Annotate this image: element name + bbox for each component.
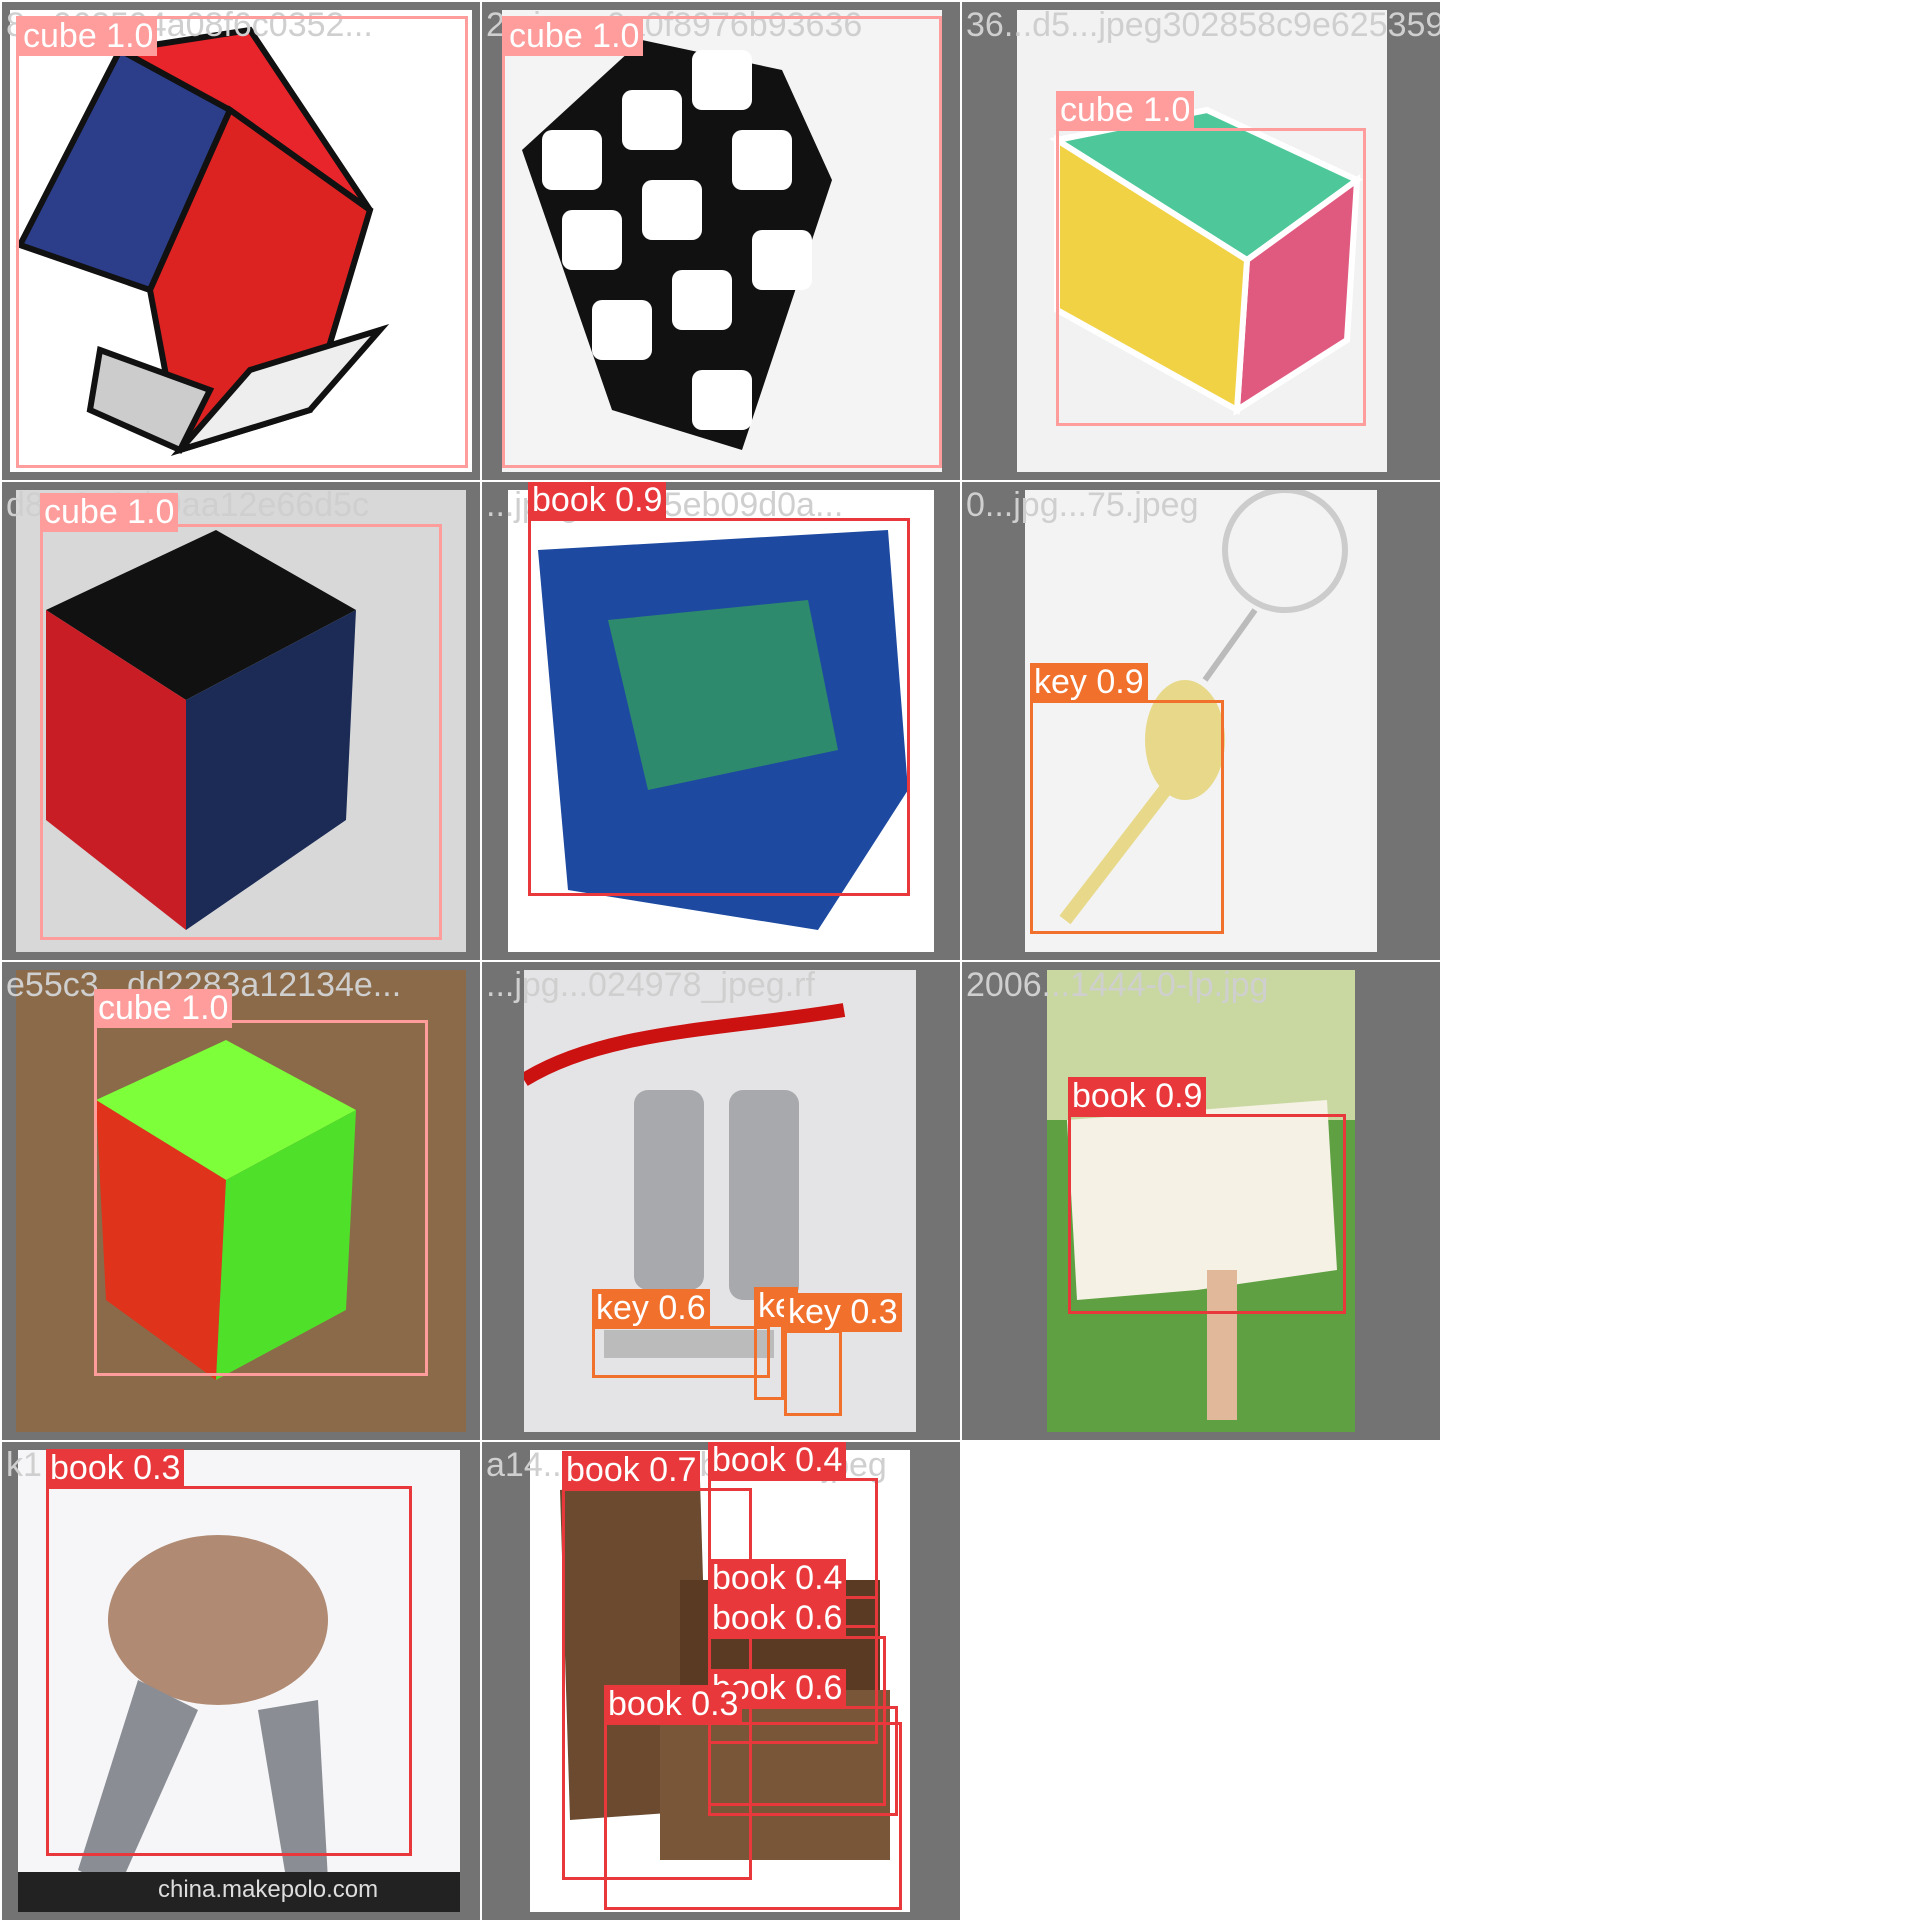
detection-box[interactable]: cube 1.0 — [94, 989, 428, 1376]
detection-label: key 0.9 — [1030, 663, 1148, 702]
image-filename: 2006...1444-0-lp.jpg — [966, 966, 1269, 1004]
detection-label: cube 1.0 — [94, 989, 233, 1028]
detection-label: book 0.9 — [1068, 1077, 1207, 1116]
detection-label: book 0.3 — [46, 1449, 185, 1488]
result-tile[interactable]: 36...d5...jpeg302858c9e62535971e48.jpg c… — [962, 2, 1440, 480]
detection-label: cube 1.0 — [19, 17, 158, 56]
detection-box[interactable]: cube 1.0 — [16, 16, 468, 468]
detection-box[interactable]: key 0.3 — [784, 1293, 902, 1416]
detection-label: book 0.7 — [562, 1451, 701, 1490]
detection-label: cube 1.0 — [1056, 91, 1195, 130]
result-tile[interactable]: d8...0c6cb9aa12e66d5c cube 1.0 — [2, 482, 480, 960]
detection-label: cube 1.0 — [40, 493, 179, 532]
detection-label: book 0.4 — [708, 1442, 847, 1480]
detection-label: key 0.6 — [592, 1289, 710, 1328]
image-filename: ...jpg...024978_jpeg.rf — [486, 966, 815, 1004]
result-tile[interactable]: ...jpg...024978_jpeg.rf key 0.6 ke key 0… — [482, 962, 960, 1440]
detection-box[interactable]: book 0.9 — [528, 482, 910, 896]
detection-box[interactable]: ke — [754, 1287, 798, 1400]
detection-box[interactable]: key 0.9 — [1030, 663, 1224, 934]
result-tile[interactable]: ...jpeg...71a5eb09d0a... book 0.9 — [482, 482, 960, 960]
detection-label: book 0.9 — [528, 482, 667, 520]
detection-box[interactable]: cube 1.0 — [502, 16, 942, 468]
detection-box[interactable]: cube 1.0 — [1056, 91, 1366, 426]
detection-box[interactable]: cube 1.0 — [40, 493, 442, 940]
result-tile[interactable]: 2006...1444-0-lp.jpg book 0.9 — [962, 962, 1440, 1440]
image-filename: 36...d5...jpeg302858c9e62535971e48.jpg — [966, 6, 1440, 44]
image-filename: k1 — [6, 1446, 42, 1484]
result-tile[interactable]: china.makepolo.com k1 book 0.3 — [2, 1442, 480, 1920]
detection-box[interactable]: book 0.3 — [604, 1685, 902, 1910]
detection-label: key 0.3 — [784, 1293, 902, 1332]
detection-box[interactable]: book 0.9 — [1068, 1077, 1346, 1314]
result-tile[interactable]: 8...962594a08f6c0352... cube 1.0 — [2, 2, 480, 480]
detection-box[interactable]: book 0.3 — [46, 1449, 412, 1856]
detection-box[interactable]: key 0.6 — [592, 1289, 770, 1378]
watermark-text: china.makepolo.com — [158, 1876, 379, 1903]
result-tile[interactable]: a14...cca3da4b514eb.jpeg book 0.7 book 0… — [482, 1442, 960, 1920]
detection-label: book 0.3 — [604, 1685, 743, 1724]
detection-label: cube 1.0 — [505, 17, 644, 56]
detection-label: book 0.6 — [708, 1599, 847, 1638]
image-filename: 0...jpg...75.jpeg — [966, 486, 1199, 524]
result-tile[interactable]: e55c3...dd2283a12134e... cube 1.0 — [2, 962, 480, 1440]
result-tile[interactable]: 0...jpg...75.jpeg key 0.9 — [962, 482, 1440, 960]
result-tile[interactable]: 2...jpeg 9a0f8976b93636 cube 1.0 — [482, 2, 960, 480]
detection-label: book 0.4 — [708, 1559, 847, 1598]
